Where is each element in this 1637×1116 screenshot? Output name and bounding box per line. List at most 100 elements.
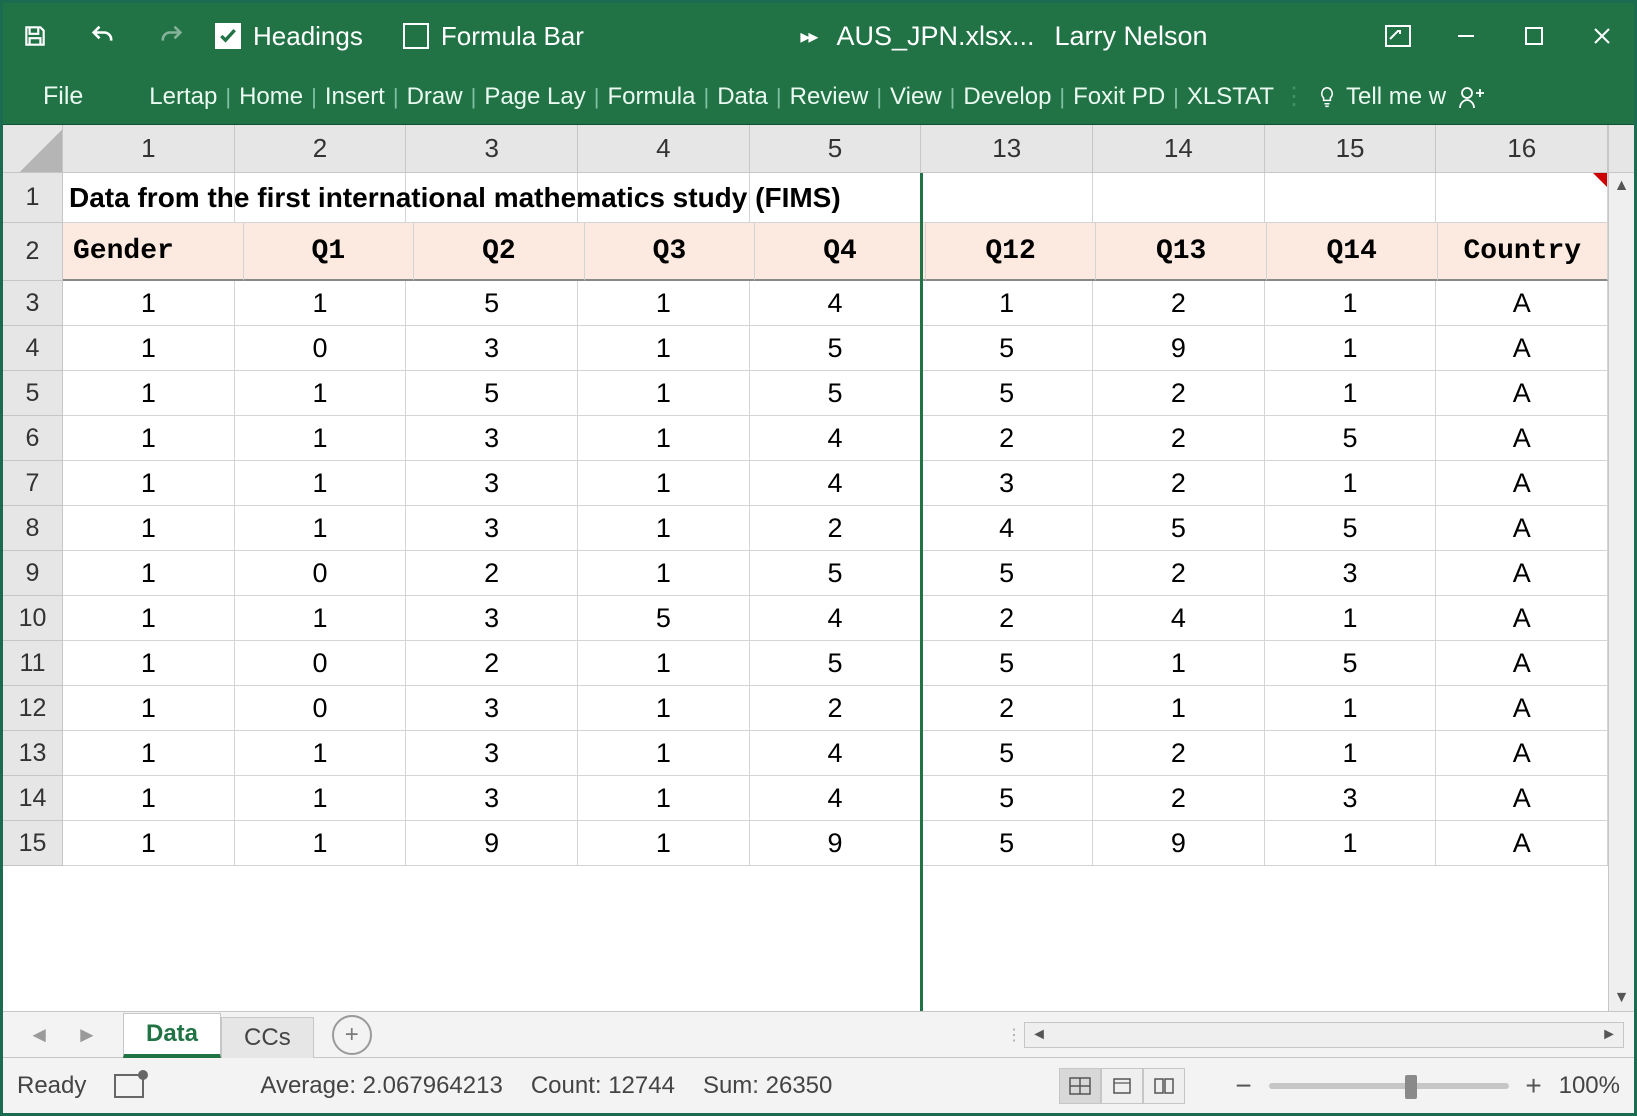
row-header[interactable]: 2 — [3, 223, 63, 281]
column-header[interactable]: 3 — [406, 125, 578, 173]
column-header[interactable]: 4 — [578, 125, 750, 173]
tell-me-input[interactable]: Tell me w — [1346, 83, 1452, 111]
cell[interactable]: 3 — [1265, 551, 1437, 596]
cell[interactable]: 5 — [921, 326, 1093, 371]
cell[interactable]: A — [1436, 821, 1608, 866]
tab-view[interactable]: View — [884, 83, 948, 111]
tab-insert[interactable]: Insert — [319, 83, 391, 111]
cell[interactable]: 5 — [1265, 506, 1437, 551]
cell[interactable]: Country — [1438, 223, 1609, 281]
cell[interactable]: A — [1436, 686, 1608, 731]
cell[interactable]: 1 — [235, 596, 407, 641]
cell[interactable]: 1 — [1265, 326, 1437, 371]
share-icon[interactable] — [1456, 83, 1486, 111]
tab-developer[interactable]: Develop — [957, 83, 1057, 111]
vertical-scrollbar[interactable]: ▲ ▼ — [1608, 173, 1634, 1011]
cell[interactable]: 3 — [406, 326, 578, 371]
cell[interactable]: Q1 — [244, 223, 415, 281]
minimize-icon[interactable] — [1452, 22, 1480, 50]
cell[interactable]: 5 — [578, 596, 750, 641]
splitter-icon[interactable]: ⋮ — [1004, 1025, 1024, 1045]
scroll-right-icon[interactable]: ► — [1595, 1026, 1623, 1044]
tab-home[interactable]: Home — [233, 83, 309, 111]
cell[interactable]: 0 — [235, 686, 407, 731]
cell[interactable]: 1 — [1265, 686, 1437, 731]
cell[interactable]: 5 — [750, 641, 922, 686]
cell[interactable]: 4 — [750, 416, 922, 461]
tab-review[interactable]: Review — [784, 83, 875, 111]
cell[interactable]: 1 — [578, 776, 750, 821]
column-header[interactable]: 5 — [750, 125, 922, 173]
tab-data[interactable]: Data — [711, 83, 774, 111]
zoom-slider-thumb[interactable] — [1405, 1075, 1417, 1099]
cell[interactable]: 1 — [63, 551, 235, 596]
save-icon[interactable] — [21, 22, 49, 50]
cell[interactable]: Gender — [63, 223, 244, 281]
cell[interactable]: 1 — [578, 326, 750, 371]
grid-body[interactable]: 1 Data from the first international math… — [3, 173, 1634, 1011]
cell[interactable]: 1 — [63, 326, 235, 371]
cell[interactable]: 1 — [1265, 281, 1437, 326]
cell[interactable]: 5 — [1265, 416, 1437, 461]
scroll-up-icon[interactable]: ▲ — [1609, 173, 1634, 199]
row-header[interactable]: 4 — [3, 326, 63, 371]
ribbon-display-options-icon[interactable] — [1384, 22, 1412, 50]
cell[interactable]: A — [1436, 371, 1608, 416]
undo-icon[interactable] — [89, 22, 117, 50]
cell[interactable]: 1 — [63, 596, 235, 641]
cell[interactable]: 5 — [1093, 506, 1265, 551]
cell[interactable]: 1 — [235, 821, 407, 866]
cell[interactable]: 1 — [578, 551, 750, 596]
cell[interactable]: 3 — [406, 506, 578, 551]
cell[interactable]: 2 — [750, 686, 922, 731]
checkbox-checked-icon[interactable] — [215, 23, 241, 49]
row-header[interactable]: 1 — [3, 173, 63, 223]
cell[interactable]: 1 — [578, 506, 750, 551]
maximize-icon[interactable] — [1520, 22, 1548, 50]
sheet-tab-data[interactable]: Data — [123, 1013, 221, 1058]
cell[interactable]: A — [1436, 596, 1608, 641]
cell[interactable]: 1 — [1265, 596, 1437, 641]
cell[interactable]: 1 — [63, 281, 235, 326]
page-break-view-icon[interactable] — [1143, 1068, 1185, 1104]
cell[interactable]: 1 — [578, 461, 750, 506]
tab-lertap[interactable]: Lertap — [143, 83, 223, 111]
cell[interactable]: A — [1436, 506, 1608, 551]
close-icon[interactable] — [1588, 22, 1616, 50]
cell[interactable]: 1 — [1265, 731, 1437, 776]
tab-page-layout[interactable]: Page Lay — [478, 83, 591, 111]
cell[interactable]: 3 — [406, 686, 578, 731]
cell[interactable]: 1 — [63, 461, 235, 506]
row-header[interactable]: 11 — [3, 641, 63, 686]
cell[interactable]: 2 — [1093, 776, 1265, 821]
column-header[interactable]: 16 — [1436, 125, 1608, 173]
zoom-out-button[interactable]: − — [1233, 1075, 1255, 1097]
sheet-nav-next-icon[interactable]: ► — [76, 1022, 98, 1048]
tab-draw[interactable]: Draw — [401, 83, 469, 111]
cell[interactable]: 5 — [921, 821, 1093, 866]
cell[interactable]: 1 — [578, 371, 750, 416]
cell[interactable]: A — [1436, 551, 1608, 596]
cell[interactable]: 3 — [406, 731, 578, 776]
column-header[interactable]: 15 — [1265, 125, 1437, 173]
cell[interactable]: 2 — [1093, 461, 1265, 506]
cell[interactable]: 1 — [235, 281, 407, 326]
cell[interactable]: A — [1436, 731, 1608, 776]
cell[interactable]: 1 — [235, 371, 407, 416]
cell[interactable]: 5 — [406, 371, 578, 416]
cell[interactable]: 1 — [63, 686, 235, 731]
checkbox-unchecked-icon[interactable] — [403, 23, 429, 49]
cell[interactable]: 2 — [406, 551, 578, 596]
column-header[interactable]: 2 — [235, 125, 407, 173]
cell[interactable]: Q13 — [1096, 223, 1267, 281]
horizontal-scrollbar[interactable]: ◄ ► — [1024, 1022, 1624, 1048]
cell[interactable]: Q12 — [926, 223, 1097, 281]
cell[interactable]: 5 — [1265, 641, 1437, 686]
sheet-nav-prev-icon[interactable]: ◄ — [28, 1022, 50, 1048]
zoom-slider[interactable] — [1269, 1083, 1509, 1089]
cell[interactable]: 2 — [1093, 416, 1265, 461]
sheet-tab-ccs[interactable]: CCs — [221, 1017, 314, 1058]
tab-foxit-pdf[interactable]: Foxit PD — [1067, 83, 1171, 111]
cell[interactable]: 2 — [1093, 281, 1265, 326]
cell[interactable]: A — [1436, 326, 1608, 371]
